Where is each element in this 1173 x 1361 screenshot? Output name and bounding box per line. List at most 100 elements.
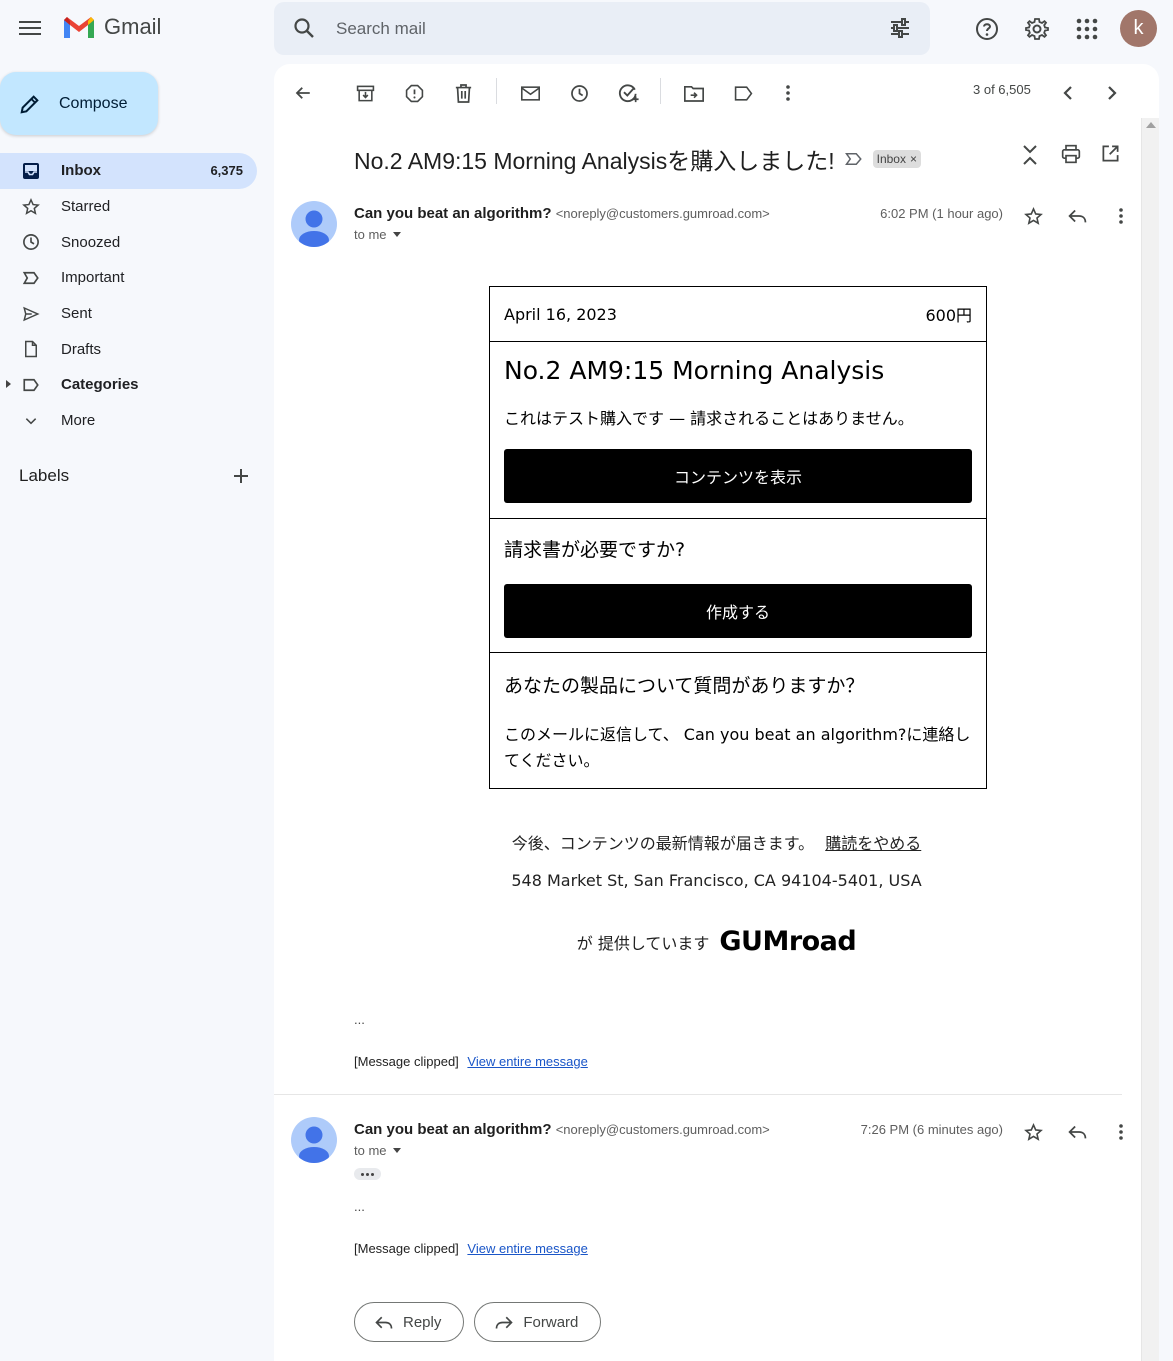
view-entire-message-link[interactable]: View entire message (467, 1241, 587, 1256)
main-menu-button[interactable] (10, 8, 50, 48)
mail-icon (520, 85, 540, 101)
forward-icon (496, 1316, 514, 1329)
sidebar-item-more[interactable]: More (0, 403, 257, 439)
settings-button[interactable] (1016, 8, 1058, 50)
trimmed-content-ellipsis[interactable]: ... (354, 1012, 365, 1027)
remove-label-icon[interactable]: × (910, 152, 917, 166)
expand-caret-icon[interactable] (6, 380, 11, 389)
hamburger-icon (19, 21, 41, 35)
view-entire-message-link[interactable]: View entire message (467, 1054, 587, 1069)
sidebar-item-label: Sent (61, 305, 92, 323)
dot-icon (361, 1172, 364, 1176)
receipt-question-section: あなたの製品について質問がありますか？ このメールに返信して、 Can you … (490, 653, 986, 788)
sidebar-item-label: Categories (61, 376, 139, 394)
gmail-logo[interactable]: Gmail (62, 14, 161, 40)
sidebar-item-snoozed[interactable]: Snoozed (0, 224, 257, 260)
sidebar-item-inbox[interactable]: Inbox 6,375 (0, 153, 257, 189)
open-in-new-window-button[interactable] (1101, 144, 1120, 168)
report-spam-button[interactable] (399, 78, 429, 108)
sidebar-item-drafts[interactable]: Drafts (0, 331, 257, 367)
recipient-line[interactable]: to me (354, 1143, 401, 1158)
more-options-button[interactable] (773, 78, 803, 108)
back-button[interactable] (288, 78, 318, 108)
newer-button[interactable] (1053, 78, 1083, 108)
sidebar-item-starred[interactable]: Starred (0, 189, 257, 225)
sender-line: Can you beat an algorithm? <noreply@cust… (354, 1121, 770, 1138)
trimmed-content-ellipsis[interactable]: ... (354, 1199, 365, 1214)
show-details-caret-icon[interactable] (392, 1148, 401, 1153)
star-icon (20, 196, 42, 218)
toolbar-divider (660, 78, 661, 104)
search-options-icon[interactable] (888, 16, 912, 40)
sender-name[interactable]: Can you beat an algorithm? (354, 1121, 552, 1138)
receipt-product-section: No.2 AM9:15 Morning Analysis これはテスト購入です … (490, 342, 986, 519)
unsubscribe-link[interactable]: 購読をやめる (825, 834, 921, 853)
move-to-button[interactable] (679, 78, 709, 108)
support-button[interactable] (966, 8, 1008, 50)
message-actions (1018, 1117, 1136, 1147)
collapse-all-button[interactable] (1021, 144, 1039, 171)
show-trimmed-content-button[interactable] (354, 1168, 381, 1180)
star-button[interactable] (1018, 1117, 1048, 1147)
sidebar-item-sent[interactable]: Sent (0, 296, 257, 332)
view-content-button[interactable]: コンテンツを表示 (504, 449, 972, 503)
search-input[interactable] (336, 2, 856, 55)
add-label-icon[interactable] (233, 468, 249, 484)
reply-pill-button[interactable]: Reply (354, 1302, 465, 1342)
sender-avatar[interactable] (291, 201, 337, 247)
message-more-button[interactable] (1106, 201, 1136, 231)
company-address: 548 Market St, San Francisco, CA 94104-5… (511, 871, 922, 890)
gumroad-logo[interactable]: GUMroad (719, 926, 856, 957)
mark-unread-button[interactable] (515, 78, 545, 108)
message-clipped-line: [Message clipped] View entire message (354, 1054, 588, 1069)
sidebar-item-categories[interactable]: Categories (0, 367, 257, 403)
sender-avatar[interactable] (291, 1117, 337, 1163)
account-avatar[interactable]: k (1120, 10, 1157, 47)
inbox-label-badge: Inbox × (872, 150, 921, 168)
delete-button[interactable] (448, 78, 478, 108)
star-icon (1023, 206, 1043, 225)
forward-label: Forward (523, 1313, 579, 1331)
apps-button[interactable] (1066, 8, 1108, 50)
more-vert-icon (1119, 1124, 1123, 1140)
reply-button[interactable] (1062, 1117, 1092, 1147)
open-in-new-icon (1102, 145, 1119, 162)
app-name: Gmail (104, 14, 162, 39)
snooze-button[interactable] (564, 78, 594, 108)
chevron-right-icon (1108, 86, 1117, 100)
message-timestamp: 6:02 PM (1 hour ago) (880, 206, 1003, 221)
more-vert-icon (786, 85, 790, 101)
message-divider (274, 1094, 1122, 1095)
create-invoice-button[interactable]: 作成する (504, 584, 972, 638)
important-marker-icon[interactable] (844, 152, 863, 166)
receipt-date-row: April 16, 2023 600円 (490, 287, 986, 342)
show-details-caret-icon[interactable] (392, 232, 401, 237)
updates-line: 今後、コンテンツの最新情報が届きます。 購読をやめる (274, 830, 1159, 854)
inbox-icon (20, 160, 42, 182)
archive-button[interactable] (350, 78, 380, 108)
print-button[interactable] (1061, 144, 1081, 169)
sender-name[interactable]: Can you beat an algorithm? (354, 205, 552, 222)
purchase-price: 600円 (925, 306, 972, 325)
scrollbar[interactable] (1141, 118, 1159, 1361)
compose-button[interactable]: Compose (0, 72, 158, 135)
older-button[interactable] (1097, 78, 1127, 108)
reply-button[interactable] (1062, 201, 1092, 231)
sidebar-item-important[interactable]: Important (0, 260, 257, 296)
star-button[interactable] (1018, 201, 1048, 231)
toolbar-divider (496, 78, 497, 104)
message-view: 3 of 6,505 No.2 AM9:15 Morning Analysisを… (274, 64, 1159, 1361)
labels-button[interactable] (728, 78, 758, 108)
recipient-line[interactable]: to me (354, 227, 401, 242)
message-header: Can you beat an algorithm? <noreply@cust… (291, 201, 1141, 261)
add-to-tasks-button[interactable] (614, 78, 644, 108)
chevron-down-icon (20, 410, 42, 432)
invoice-question: 請求書が必要ですか? (504, 539, 686, 561)
scroll-up-arrow-icon[interactable] (1146, 122, 1156, 128)
reply-icon (1067, 1125, 1086, 1139)
sender-email: <noreply@customers.gumroad.com> (555, 1122, 770, 1137)
reply-actions: Reply Forward (354, 1302, 602, 1342)
message-more-button[interactable] (1106, 1117, 1136, 1147)
forward-pill-button[interactable]: Forward (474, 1302, 602, 1342)
search-icon[interactable] (292, 16, 316, 40)
